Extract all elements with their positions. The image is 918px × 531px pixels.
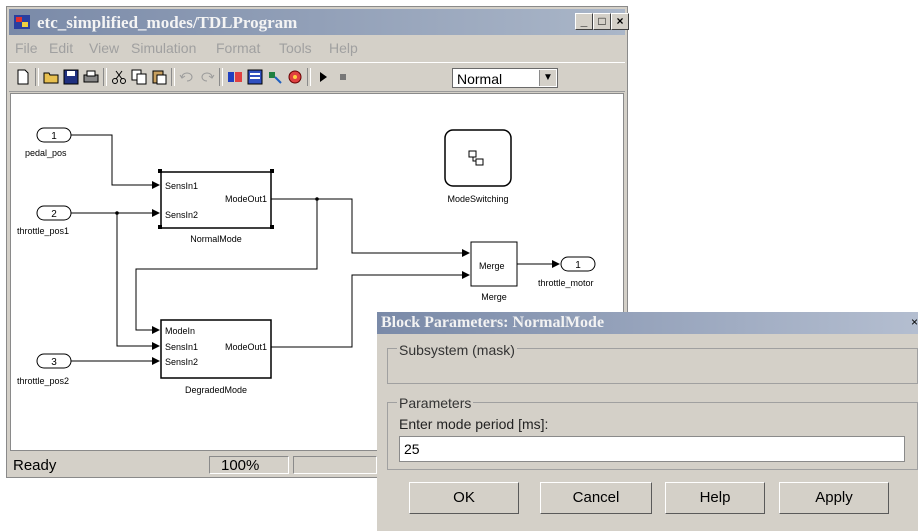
model-explorer-icon[interactable] [247, 69, 263, 85]
status-text: Ready [13, 457, 57, 474]
chevron-down-icon[interactable]: ▼ [539, 70, 556, 86]
simulink-app-icon [14, 15, 30, 29]
port-label: SensIn2 [165, 210, 198, 220]
status-zoom: 100% [221, 457, 260, 474]
menu-bar: File Edit View Simulation Format Tools H… [9, 37, 625, 59]
ok-button[interactable]: OK [409, 482, 519, 514]
branch-point [115, 211, 119, 215]
subsystem-group-label: Subsystem (mask) [397, 342, 517, 358]
toolbar-separator [307, 68, 311, 86]
block-name: DegradedMode [185, 385, 247, 395]
apply-button[interactable]: Apply [779, 482, 889, 514]
menu-tools[interactable]: Tools [279, 40, 312, 56]
minimize-button[interactable]: _ [575, 13, 593, 30]
menu-view[interactable]: View [89, 40, 119, 56]
stop-icon[interactable] [335, 69, 351, 85]
title-bar[interactable]: etc_simplified_modes/TDLProgram _ □ × [9, 9, 629, 35]
toolbar-separator [219, 68, 223, 86]
port-label: SensIn1 [165, 342, 198, 352]
undo-icon[interactable] [179, 69, 195, 85]
save-icon[interactable] [63, 69, 79, 85]
simulation-mode-select[interactable]: Normal ▼ [452, 68, 558, 88]
inport-label: throttle_pos2 [17, 376, 69, 386]
library-browser-icon[interactable] [227, 69, 243, 85]
merge-inner-label: Merge [479, 261, 505, 271]
open-icon[interactable] [43, 69, 59, 85]
block-name: Merge [481, 292, 507, 302]
inport-number: 1 [51, 131, 57, 142]
menu-format[interactable]: Format [216, 40, 260, 56]
window-title: etc_simplified_modes/TDLProgram [37, 13, 298, 32]
cancel-button[interactable]: Cancel [540, 482, 652, 514]
inport-label: pedal_pos [25, 148, 67, 158]
block-parameters-dialog: Block Parameters: NormalMode × Subsystem… [377, 312, 918, 531]
dialog-title-bar[interactable]: Block Parameters: NormalMode × [377, 312, 918, 334]
help-button[interactable]: Help [665, 482, 765, 514]
toolbar: Normal ▼ [9, 62, 625, 92]
block-name: NormalMode [190, 234, 242, 244]
play-icon[interactable] [315, 69, 331, 85]
inport-label: throttle_pos1 [17, 226, 69, 236]
port-label: ModeIn [165, 326, 195, 336]
port-label: ModeOut1 [225, 194, 267, 204]
outport-number: 1 [575, 260, 581, 271]
toolbar-separator [171, 68, 175, 86]
parameters-group-label: Parameters [397, 395, 474, 411]
close-icon[interactable]: × [911, 315, 918, 329]
branch-point [315, 197, 319, 201]
mode-period-input[interactable]: 25 [399, 436, 905, 462]
block-name: ModeSwitching [447, 194, 508, 204]
port-label: SensIn2 [165, 357, 198, 367]
dialog-title: Block Parameters: NormalMode [381, 314, 605, 331]
record-icon[interactable] [287, 69, 303, 85]
debugger-icon[interactable] [267, 69, 283, 85]
paste-icon[interactable] [151, 69, 167, 85]
mode-period-value: 25 [404, 441, 420, 457]
redo-icon[interactable] [199, 69, 215, 85]
simulation-mode-value: Normal [457, 71, 503, 87]
menu-help[interactable]: Help [329, 40, 358, 56]
mode-period-label: Enter mode period [ms]: [399, 416, 549, 432]
inport-number: 2 [51, 209, 57, 220]
status-cell [293, 456, 377, 474]
port-label: SensIn1 [165, 181, 198, 191]
menu-simulation[interactable]: Simulation [131, 40, 196, 56]
new-icon[interactable] [15, 69, 31, 85]
close-button[interactable]: × [611, 13, 629, 30]
maximize-button[interactable]: □ [593, 13, 611, 30]
mode-switching-block[interactable] [444, 129, 512, 187]
print-icon[interactable] [83, 69, 99, 85]
menu-file[interactable]: File [15, 40, 38, 56]
outport-label: throttle_motor [538, 278, 594, 288]
port-label: ModeOut1 [225, 342, 267, 352]
cut-icon[interactable] [111, 69, 127, 85]
menu-edit[interactable]: Edit [49, 40, 73, 56]
toolbar-separator [35, 68, 39, 86]
inport-number: 3 [51, 357, 57, 368]
copy-icon[interactable] [131, 69, 147, 85]
toolbar-separator [103, 68, 107, 86]
